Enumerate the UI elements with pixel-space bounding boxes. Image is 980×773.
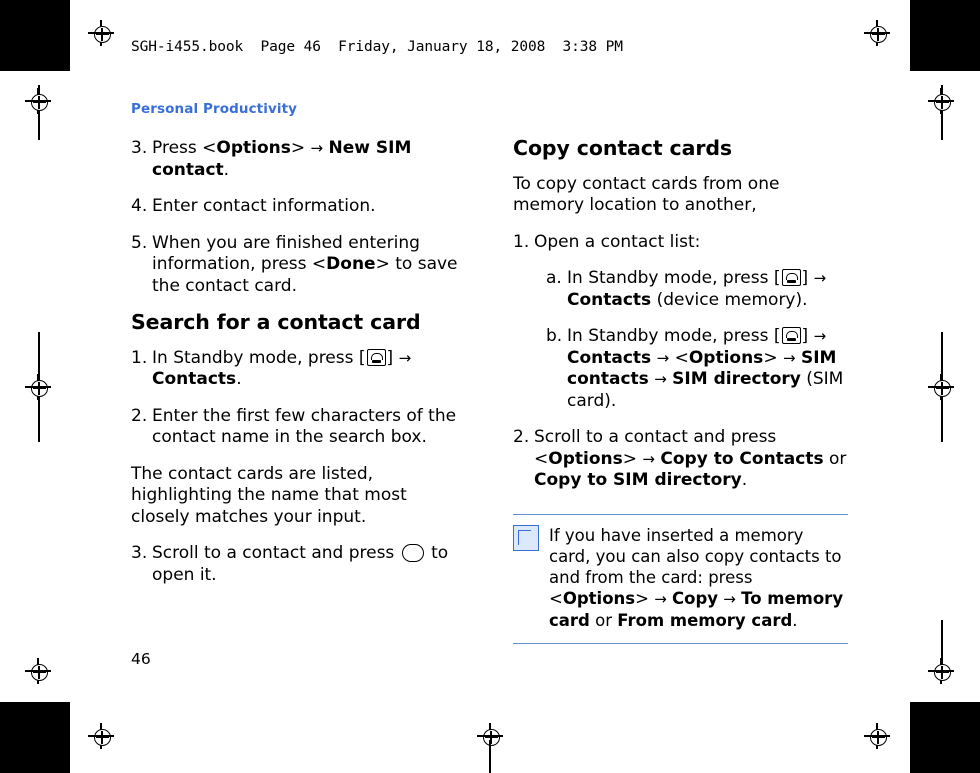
step-text: In Standby mode, press [] → Contacts (de… xyxy=(567,268,827,310)
note-box: If you have inserted a memory card, you … xyxy=(513,513,848,644)
emphasis-text: Copy xyxy=(672,588,719,608)
arrow-icon: → xyxy=(782,348,796,367)
note-pencil-icon xyxy=(513,524,539,551)
arrow-icon: → xyxy=(642,449,655,468)
emphasis-text: Contacts xyxy=(567,289,652,310)
arrow-icon: → xyxy=(813,269,827,287)
contacts-key-icon xyxy=(781,327,801,344)
manual-page: SGH-i455.book Page 46 Friday, January 18… xyxy=(0,0,980,773)
step-text: Scroll to a contact and press to open it… xyxy=(152,543,449,585)
step-item: 5. When you are finished entering informa… xyxy=(131,233,466,298)
arrow-icon: → xyxy=(310,139,324,157)
arrow-icon: → xyxy=(654,370,667,388)
contacts-key-icon xyxy=(781,269,801,286)
arrow-icon: → xyxy=(813,327,827,345)
step-number: b. xyxy=(546,326,563,346)
step-text: Scroll to a contact and press <Options> … xyxy=(534,427,847,490)
emphasis-text: Done xyxy=(326,254,376,274)
emphasis-text: From memory card xyxy=(617,610,793,630)
step-number: 1. xyxy=(513,231,530,252)
emphasis-text: Options xyxy=(688,347,764,368)
right-steps: 1. Open a contact list: a. In Standby mode,… xyxy=(513,232,848,492)
emphasis-text: Options xyxy=(548,448,623,469)
step-item: 1. In Standby mode, press [] → Contacts. xyxy=(131,348,466,391)
right-column: Copy contact cards To copy contact cards… xyxy=(513,136,848,644)
emphasis-text: SIM directory xyxy=(672,369,801,389)
emphasis-text: Copy to SIM directory xyxy=(534,470,742,490)
ok-key-icon xyxy=(401,544,424,562)
sub-step-item: b. In Standby mode, press [] → Contacts →… xyxy=(546,326,848,412)
heading-search-for-a-contact-card: Search for a contact card xyxy=(131,310,421,334)
step-number: 2. xyxy=(131,405,148,426)
step-item: 3. Scroll to a contact and press to open … xyxy=(131,543,466,586)
emphasis-text: Options xyxy=(216,138,291,158)
step-number: 3. xyxy=(131,138,148,158)
left-column: 3. Press <Options> → New SIM contact. 4. En… xyxy=(131,138,466,601)
step-item: 3. Press <Options> → New SIM contact. xyxy=(131,138,466,181)
left-steps-continued: 3. Press <Options> → New SIM contact. 4. En… xyxy=(131,138,466,297)
emphasis-text: Contacts xyxy=(567,347,652,368)
heading-copy-contact-cards: Copy contact cards xyxy=(513,136,733,160)
sub-step-item: a. In Standby mode, press [] → Contacts (… xyxy=(546,268,848,311)
step-number: 1. xyxy=(131,347,148,368)
step-text: Enter the first few characters of the co… xyxy=(152,405,457,448)
step-text: When you are finished entering informati… xyxy=(152,232,458,296)
step-item: 1. Open a contact list: xyxy=(513,232,848,254)
step-number: 5. xyxy=(131,232,148,253)
step-number: 4. xyxy=(131,196,148,216)
book-header-line: SGH-i455.book Page 46 Friday, January 18… xyxy=(131,39,623,55)
left-steps: 1. In Standby mode, press [] → Contacts. 2… xyxy=(131,348,466,587)
contacts-key-icon xyxy=(366,348,386,366)
step-number: 2. xyxy=(513,427,530,447)
note-text: If you have inserted a memory card, you … xyxy=(549,525,844,630)
arrow-icon: → xyxy=(654,589,667,608)
step-number: a. xyxy=(546,268,562,288)
step-item: 2. Enter the first few characters of the … xyxy=(131,406,466,449)
intro-paragraph: To copy contact cards from one memory lo… xyxy=(513,173,780,216)
body-paragraph: The contact cards are listed, highlighti… xyxy=(131,463,407,527)
step-text: In Standby mode, press [] → Contacts. xyxy=(152,347,412,390)
arrow-icon: → xyxy=(398,348,412,367)
step-number: 3. xyxy=(131,543,148,563)
emphasis-text: Copy to Contacts xyxy=(660,448,824,469)
arrow-icon: → xyxy=(723,589,736,608)
step-text: In Standby mode, press [] → Contacts → <… xyxy=(567,326,844,411)
step-text: Open a contact list: xyxy=(534,231,701,252)
arrow-icon: → xyxy=(656,348,670,367)
step-text: Press <Options> → New SIM contact. xyxy=(152,138,412,180)
step-item: 4. Enter contact information. xyxy=(131,196,466,218)
step-item: 2. Scroll to a contact and press <Options… xyxy=(513,427,848,492)
emphasis-text: Contacts xyxy=(152,369,237,389)
page-number: 46 xyxy=(131,650,151,668)
step-text: Enter contact information. xyxy=(152,196,376,216)
emphasis-text: Options xyxy=(562,588,636,608)
section-label: Personal Productivity xyxy=(131,101,298,117)
